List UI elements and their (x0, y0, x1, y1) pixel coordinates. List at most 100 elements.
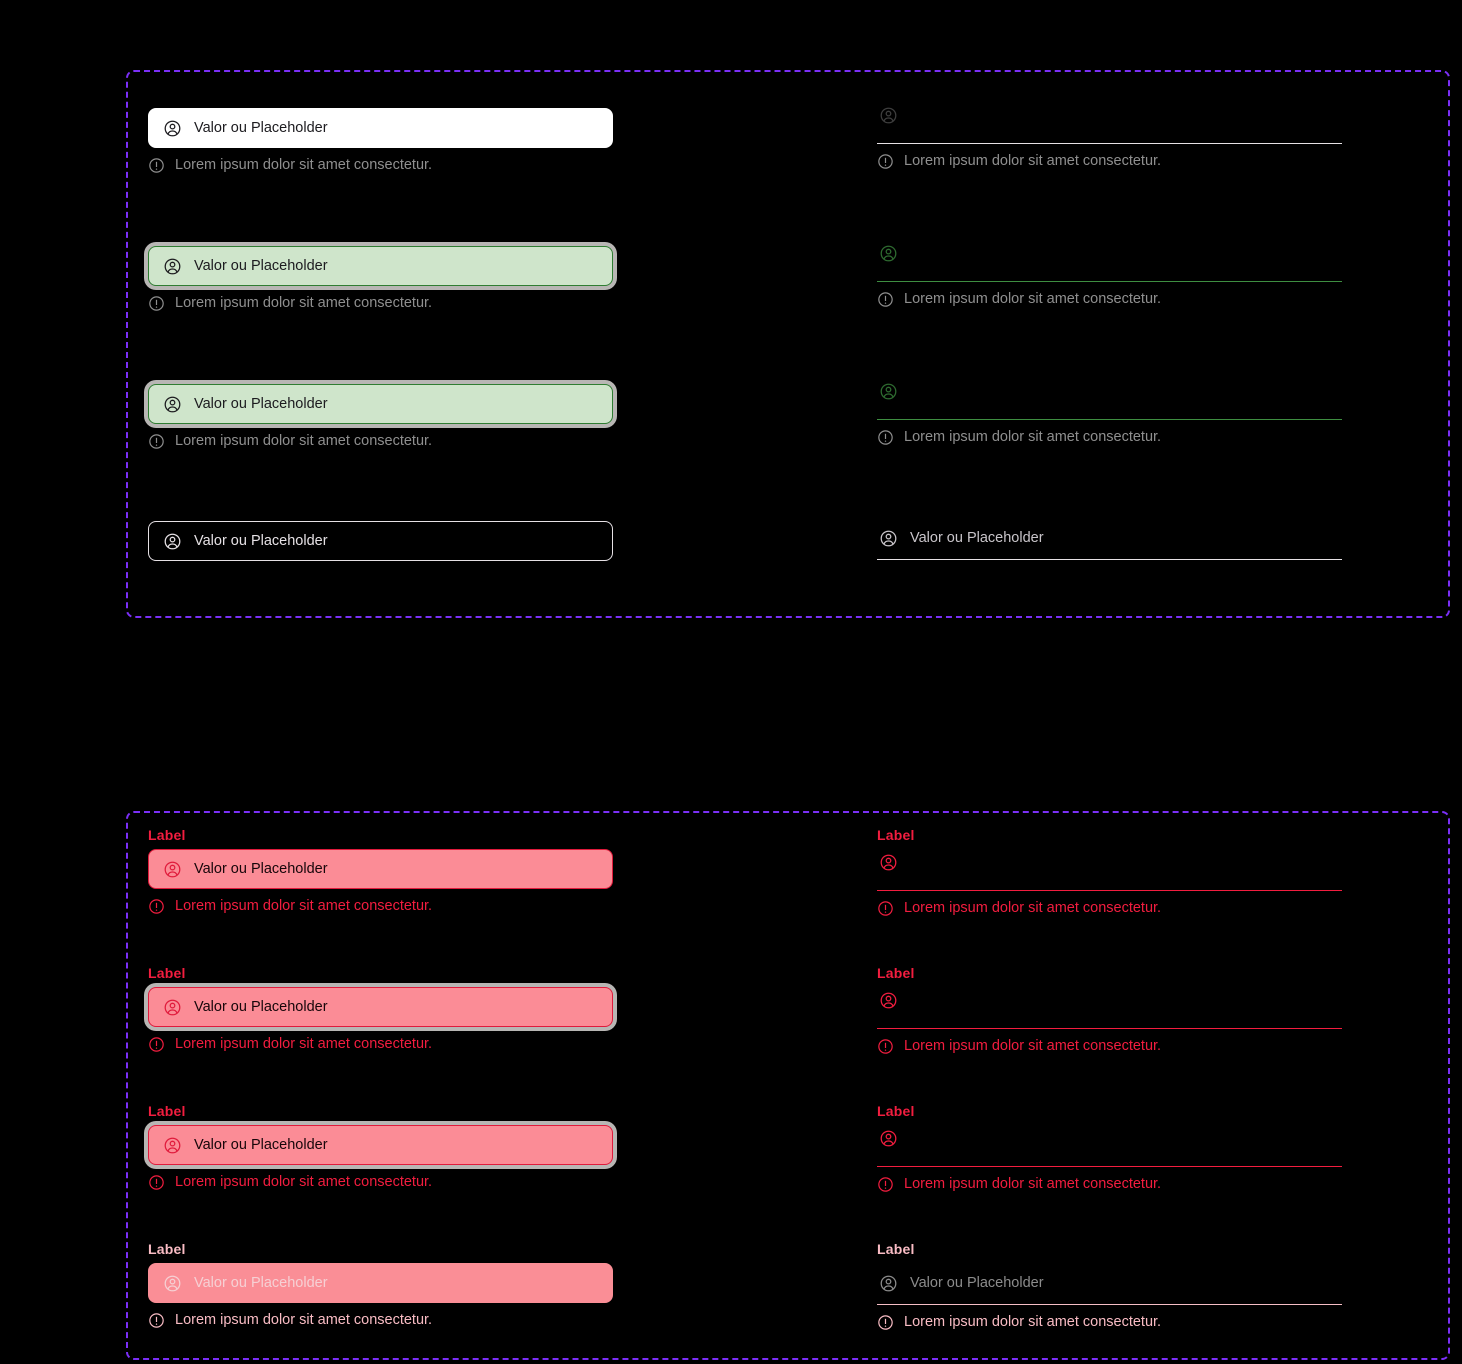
field-underline-error: Label Lorem ipsum dolor sit amet consect… (877, 827, 1342, 917)
helper-text-row: Lorem ipsum dolor sit amet consectetur. (877, 290, 1342, 308)
account-circle-icon (879, 1274, 898, 1293)
input-error-focus[interactable]: Valor ou Placeholder (148, 1125, 613, 1165)
field-label: Label (148, 1103, 186, 1119)
helper-text-row: Lorem ipsum dolor sit amet consectetur. (877, 1037, 1342, 1055)
helper-text: Lorem ipsum dolor sit amet consectetur. (904, 1176, 1162, 1192)
input-value: Valor ou Placeholder (194, 860, 328, 877)
helper-text-row: Lorem ipsum dolor sit amet consectetur. (877, 428, 1342, 446)
input-underline-success-focus[interactable] (877, 378, 1342, 420)
input-underline-error-disabled: Valor ou Placeholder (877, 1263, 1342, 1305)
field-label: Label (877, 965, 915, 981)
field-label: Label (148, 965, 186, 981)
design-system-canvas: Valor ou Placeholder Lorem ipsum dolor s… (0, 0, 1462, 1364)
info-circle-icon (877, 1176, 894, 1193)
account-circle-icon (879, 529, 898, 548)
helper-text: Lorem ipsum dolor sit amet consectetur. (175, 898, 433, 914)
helper-text: Lorem ipsum dolor sit amet consectetur. (904, 153, 1162, 169)
field-outlined-dark: Valor ou Placeholder (148, 521, 613, 561)
input-outlined-dark[interactable]: Valor ou Placeholder (148, 521, 613, 561)
input-value: Valor ou Placeholder (194, 257, 328, 274)
input-underline-default[interactable] (877, 102, 1342, 144)
helper-text-row: Lorem ipsum dolor sit amet consectetur. (148, 897, 613, 915)
input-error-disabled: Valor ou Placeholder (148, 1263, 613, 1303)
default-states-frame: Valor ou Placeholder Lorem ipsum dolor s… (126, 70, 1450, 618)
info-circle-icon (877, 1314, 894, 1331)
input-underline-success-hover[interactable] (877, 240, 1342, 282)
info-circle-icon (148, 1036, 165, 1053)
input-error-hover[interactable]: Valor ou Placeholder (148, 987, 613, 1027)
info-circle-icon (877, 1038, 894, 1055)
field-underline-filled: Valor ou Placeholder (877, 518, 1342, 560)
input-outlined-default[interactable]: Valor ou Placeholder (148, 108, 613, 148)
account-circle-icon (163, 998, 182, 1017)
account-circle-icon (879, 382, 898, 401)
helper-text: Lorem ipsum dolor sit amet consectetur. (904, 429, 1162, 445)
helper-text-row: Lorem ipsum dolor sit amet consectetur. (148, 1035, 613, 1053)
helper-text-row: Lorem ipsum dolor sit amet consectetur. (148, 1311, 613, 1329)
input-outlined-success-hover[interactable]: Valor ou Placeholder (148, 246, 613, 286)
helper-text: Lorem ipsum dolor sit amet consectetur. (175, 1036, 433, 1052)
field-underline-success-focus: Lorem ipsum dolor sit amet consectetur. (877, 378, 1342, 446)
input-value: Valor ou Placeholder (194, 532, 328, 549)
input-underline-error-focus[interactable] (877, 1125, 1342, 1167)
helper-text: Lorem ipsum dolor sit amet consectetur. (175, 295, 433, 311)
account-circle-icon (879, 853, 898, 872)
input-value: Valor ou Placeholder (194, 998, 328, 1015)
account-circle-icon (163, 532, 182, 551)
info-circle-icon (148, 898, 165, 915)
info-circle-icon (877, 429, 894, 446)
field-underline-error-disabled: Label Valor ou Placeholder Lorem ipsum d… (877, 1241, 1342, 1331)
input-underline-error-hover[interactable] (877, 987, 1342, 1029)
input-value: Valor ou Placeholder (194, 395, 328, 412)
field-error-disabled: Label Valor ou Placeholder Lorem ipsum d… (148, 1241, 613, 1329)
field-underline-default: Lorem ipsum dolor sit amet consectetur. (877, 102, 1342, 170)
field-underline-error-focus: Label Lorem ipsum dolor sit amet consect… (877, 1103, 1342, 1193)
account-circle-icon (879, 1129, 898, 1148)
account-circle-icon (163, 119, 182, 138)
input-value: Valor ou Placeholder (194, 119, 328, 136)
account-circle-icon (163, 1274, 182, 1293)
helper-text-row: Lorem ipsum dolor sit amet consectetur. (148, 294, 613, 312)
account-circle-icon (163, 257, 182, 276)
field-underline-error-hover: Label Lorem ipsum dolor sit amet consect… (877, 965, 1342, 1055)
field-error-focus: Label Valor ou Placeholder Lorem ipsum d… (148, 1103, 613, 1191)
field-label: Label (877, 827, 915, 843)
error-states-frame: Label Valor ou Placeholder Lorem ipsum d… (126, 811, 1450, 1360)
account-circle-icon (163, 860, 182, 879)
account-circle-icon (163, 1136, 182, 1155)
field-error-hover: Label Valor ou Placeholder Lorem ipsum d… (148, 965, 613, 1053)
input-value: Valor ou Placeholder (910, 1275, 1044, 1292)
helper-text: Lorem ipsum dolor sit amet consectetur. (904, 1038, 1162, 1054)
info-circle-icon (148, 157, 165, 174)
helper-text-row: Lorem ipsum dolor sit amet consectetur. (148, 432, 613, 450)
helper-text-row: Lorem ipsum dolor sit amet consectetur. (877, 1175, 1342, 1193)
helper-text: Lorem ipsum dolor sit amet consectetur. (904, 1314, 1162, 1330)
info-circle-icon (148, 1174, 165, 1191)
field-label: Label (148, 1241, 186, 1257)
account-circle-icon (879, 244, 898, 263)
field-outlined-success-hover: Valor ou Placeholder Lorem ipsum dolor s… (148, 246, 613, 312)
helper-text-row: Lorem ipsum dolor sit amet consectetur. (877, 899, 1342, 917)
info-circle-icon (148, 295, 165, 312)
helper-text: Lorem ipsum dolor sit amet consectetur. (175, 157, 433, 173)
input-value: Valor ou Placeholder (194, 1136, 328, 1153)
helper-text: Lorem ipsum dolor sit amet consectetur. (904, 291, 1162, 307)
field-error-default: Label Valor ou Placeholder Lorem ipsum d… (148, 827, 613, 915)
helper-text-row: Lorem ipsum dolor sit amet consectetur. (877, 152, 1342, 170)
info-circle-icon (148, 1312, 165, 1329)
info-circle-icon (877, 900, 894, 917)
helper-text-row: Lorem ipsum dolor sit amet consectetur. (148, 156, 613, 174)
helper-text-row: Lorem ipsum dolor sit amet consectetur. (148, 1173, 613, 1191)
info-circle-icon (148, 433, 165, 450)
field-underline-success-hover: Lorem ipsum dolor sit amet consectetur. (877, 240, 1342, 308)
input-underline-error[interactable] (877, 849, 1342, 891)
account-circle-icon (163, 395, 182, 414)
helper-text: Lorem ipsum dolor sit amet consectetur. (175, 1174, 433, 1190)
helper-text: Lorem ipsum dolor sit amet consectetur. (175, 433, 433, 449)
input-error-default[interactable]: Valor ou Placeholder (148, 849, 613, 889)
input-underline-filled[interactable]: Valor ou Placeholder (877, 518, 1342, 560)
input-outlined-success-focus[interactable]: Valor ou Placeholder (148, 384, 613, 424)
input-value: Valor ou Placeholder (194, 1274, 328, 1291)
helper-text: Lorem ipsum dolor sit amet consectetur. (175, 1312, 433, 1328)
input-value: Valor ou Placeholder (910, 530, 1044, 547)
